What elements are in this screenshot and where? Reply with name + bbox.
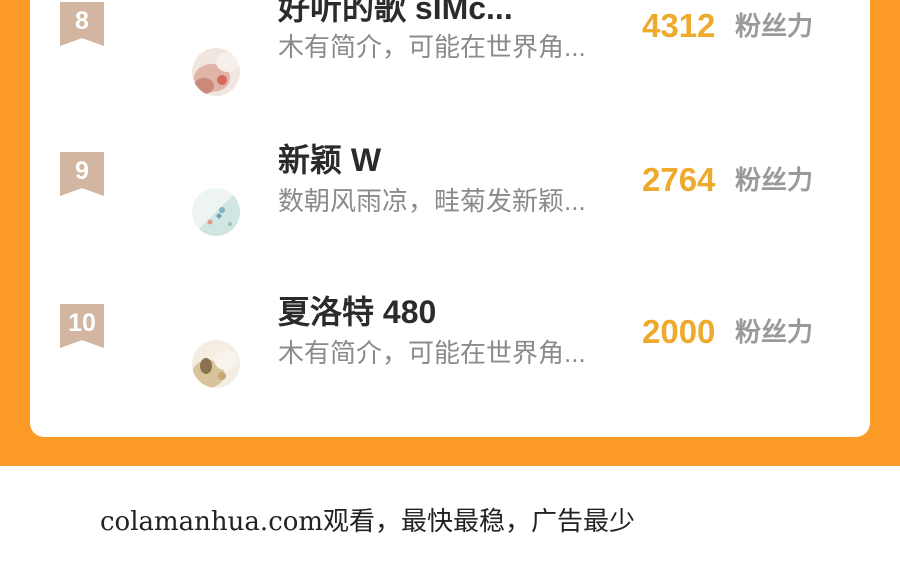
user-bio: 木有简介，可能在世界角... [278,338,586,368]
user-name[interactable]: 好听的歌 sIMc... [278,0,513,28]
ranking-row[interactable]: 10 夏洛特 480 木有简介，可能在世界角... 2000 粉丝力 [30,280,870,400]
rank-badge: 8 [60,2,104,46]
rank-number: 9 [75,157,89,185]
user-bio: 数朝风雨凉，畦菊发新颖... [278,186,586,216]
avatar-pink-photo-icon[interactable] [192,48,240,96]
avatar-teal-pattern-icon[interactable] [192,188,240,236]
ranking-list-card: 8 好听的歌 sIMc... 木有简介，可能在世界角... 4312 粉丝力 9 [30,0,870,437]
rank-badge: 9 [60,152,104,196]
rank-number: 8 [75,7,89,35]
user-name[interactable]: 新颖 W [278,140,381,180]
ranking-row[interactable]: 8 好听的歌 sIMc... 木有简介，可能在世界角... 4312 粉丝力 [30,0,870,100]
fan-power-label: 粉丝力 [735,165,814,195]
user-bio: 木有简介，可能在世界角... [278,32,586,62]
fan-count: 2000 [642,313,716,350]
site-watermark-text: colamanhua.com观看，最快最稳，广告最少 [100,507,636,537]
fan-count: 4312 [642,7,716,44]
rank-badge: 10 [60,304,104,348]
fan-power-label: 粉丝力 [735,11,814,41]
ranking-row[interactable]: 9 新颖 W 数朝风雨凉，畦菊发新颖... 2764 粉丝力 [30,130,870,250]
fan-power-label: 粉丝力 [735,317,814,347]
rank-number: 10 [68,309,96,337]
avatar-beige-photo-icon[interactable] [192,340,240,388]
user-name[interactable]: 夏洛特 480 [278,292,436,332]
fan-count: 2764 [642,161,716,198]
